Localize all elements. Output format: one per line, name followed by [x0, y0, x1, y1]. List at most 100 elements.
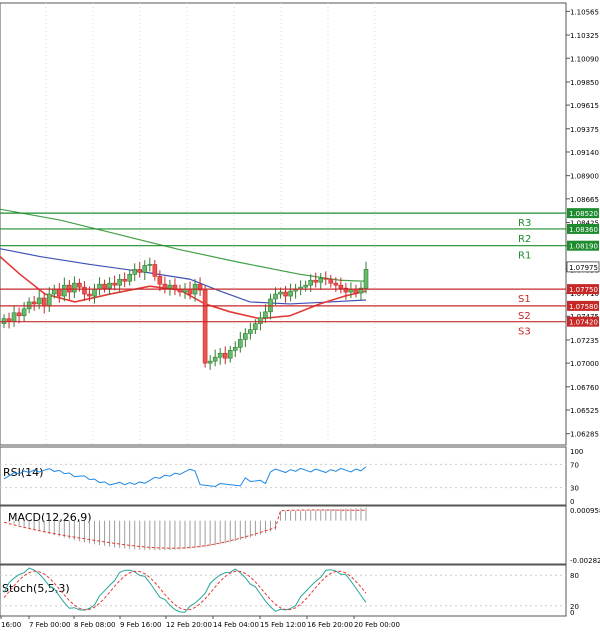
- rsi-tick-label: 0: [570, 498, 574, 506]
- candle-body: [41, 297, 47, 307]
- price-axis: 1.10565 1.10325 1.10090 1.09850 1.09615 1.093…: [566, 8, 600, 439]
- candle-body: [207, 360, 213, 364]
- candle-body: [273, 293, 278, 300]
- candle-body: [112, 282, 117, 286]
- candle-body: [82, 286, 87, 295]
- candle-body: [303, 284, 308, 288]
- candle-body: [187, 288, 193, 295]
- candle-body: [338, 284, 344, 289]
- candle-body: [253, 323, 258, 330]
- candle-body: [162, 283, 168, 289]
- time-tick-label: 16:00: [1, 621, 21, 629]
- level-name-r1: R1: [518, 251, 531, 262]
- candle-body: [313, 279, 319, 283]
- level-price-label: 1.08520: [569, 210, 598, 218]
- candle-body: [31, 301, 37, 305]
- time-tick-label: 14 Feb 04:00: [213, 621, 259, 629]
- candle-body: [107, 282, 112, 289]
- price-tick-label: 1.07235: [570, 337, 599, 345]
- candle-body: [263, 311, 268, 319]
- price-tick-label: 1.09375: [570, 126, 599, 134]
- candle-body: [222, 352, 228, 359]
- price-panel[interactable]: R3 R2 R1 S1 S2 S3: [0, 2, 567, 446]
- price-tick-label: 1.10090: [570, 55, 599, 63]
- candle-body: [147, 264, 153, 266]
- price-tick-label: 1.06525: [570, 407, 599, 415]
- candle-body: [11, 312, 17, 322]
- price-tick-label: 1.09140: [570, 149, 599, 157]
- candle-body: [283, 291, 288, 297]
- time-axis: 16:00 7 Feb 00:00 8 Feb 08:00 9 Feb 16:00 12…: [0, 616, 400, 629]
- rsi-tick-label: 100: [570, 448, 583, 456]
- current-price-label: 1.07975: [569, 264, 598, 272]
- time-tick-label: 15 Feb 12:00: [260, 621, 306, 629]
- time-tick-label: 7 Feb 00:00: [29, 621, 70, 629]
- candle-body: [323, 277, 329, 280]
- time-tick-label: 8 Feb 08:00: [74, 621, 115, 629]
- price-tick-label: 1.09850: [570, 79, 599, 87]
- candle-body: [278, 291, 283, 295]
- rsi-tick-label: 30: [570, 485, 579, 493]
- rsi-tick-label: 70: [570, 461, 579, 469]
- stoch-tick-label: 0: [570, 609, 574, 617]
- candle-body: [21, 308, 27, 317]
- price-tick-label: 1.08665: [570, 196, 599, 204]
- price-panel-frame: [0, 2, 567, 446]
- macd-axis: 0.000958 -0.002822: [570, 507, 600, 565]
- level-price-label: 1.08360: [569, 226, 598, 234]
- level-price-label: 1.07420: [569, 319, 598, 327]
- candle-body: [288, 290, 293, 297]
- candle-body: [137, 269, 143, 273]
- stoch-panel[interactable]: Stoch(5,5,3) 80200: [0, 564, 579, 617]
- rsi-panel[interactable]: RSI(14) 100 70 30 0: [0, 446, 583, 506]
- time-tick-label: 12 Feb 20:00: [166, 621, 212, 629]
- candle-body: [97, 283, 102, 290]
- candle-body: [117, 278, 122, 286]
- macd-tick-label: 0.000958: [570, 507, 600, 515]
- level-name-s2: S2: [518, 311, 531, 322]
- candle-body: [227, 349, 233, 359]
- trading-chart[interactable]: R3 R2 R1 S1 S2 S3 1.10565 1.10325 1.10090 1.0985…: [0, 0, 600, 633]
- candle-body: [238, 339, 243, 348]
- candle-body: [46, 293, 52, 307]
- candle-body: [258, 317, 263, 324]
- rsi-title: RSI(14): [3, 466, 43, 479]
- candle-body: [232, 347, 238, 351]
- candle-body: [333, 282, 339, 286]
- level-name-r2: R2: [518, 234, 531, 245]
- candle-body: [248, 329, 253, 334]
- candle-body: [212, 356, 218, 362]
- candle-body: [328, 278, 334, 284]
- time-tick-label: 9 Feb 16:00: [120, 621, 161, 629]
- candle-body: [132, 269, 138, 275]
- macd-panel[interactable]: MACD(12,26,9) 0.000958-0.002822: [0, 505, 600, 565]
- candle-body: [72, 282, 77, 293]
- level-name-s3: S3: [518, 327, 531, 338]
- candle-body: [51, 288, 57, 295]
- price-tick-label: 1.10565: [570, 8, 599, 16]
- stoch-panel-frame: [0, 564, 567, 617]
- level-name-s1: S1: [518, 294, 531, 305]
- candle-body: [202, 289, 208, 364]
- level-price-label: 1.08190: [569, 243, 598, 251]
- level-price-label: 1.07750: [569, 286, 598, 294]
- candle-body: [127, 274, 132, 282]
- time-tick-label: 16 Feb 20:00: [307, 621, 353, 629]
- candle-body: [167, 284, 173, 289]
- level-name-r3: R3: [518, 218, 531, 229]
- candle-body: [142, 265, 148, 273]
- candle-body: [62, 284, 67, 297]
- candle-body: [102, 283, 107, 289]
- candle-body: [363, 269, 369, 289]
- price-tick-label: 1.08900: [570, 173, 599, 181]
- macd-tick-label: -0.002822: [570, 557, 600, 565]
- candle-body: [152, 264, 158, 277]
- stoch-tick-label: 80: [570, 572, 579, 580]
- candle-body: [122, 278, 127, 282]
- price-tick-label: 1.10325: [570, 32, 599, 40]
- candle-body: [243, 333, 248, 340]
- level-price-label: 1.07580: [569, 303, 598, 311]
- candle-body: [92, 288, 97, 297]
- price-tick-label: 1.07000: [570, 360, 599, 368]
- candle-body: [318, 277, 324, 283]
